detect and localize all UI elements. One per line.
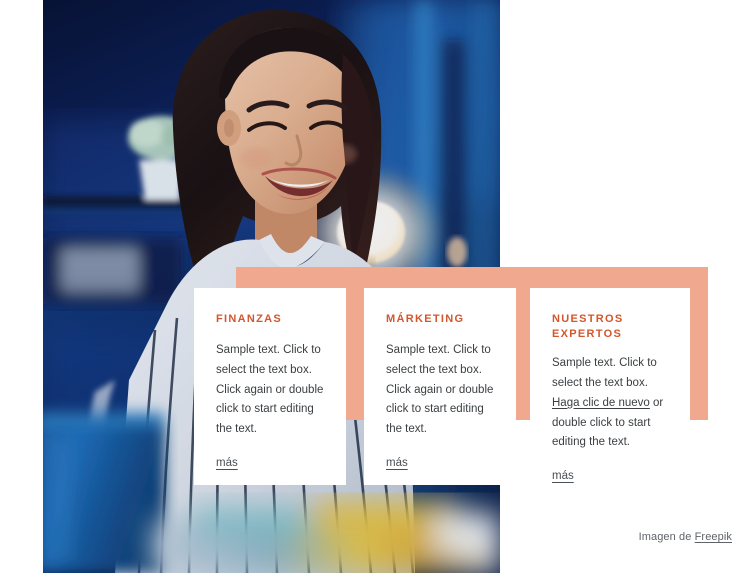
page-root: FINANZAS Sample text. Click to select th… [0, 0, 750, 573]
card-body-finanzas: Sample text. Click to select the text bo… [216, 344, 324, 436]
feature-card-nuestros-expertos: NUESTROS EXPERTOS Sample text. Click to … [530, 288, 690, 483]
more-link-nuestros-expertos[interactable]: más [552, 467, 574, 485]
card-title-nuestros-expertos: NUESTROS EXPERTOS [552, 313, 624, 341]
card-title-marketing: MÁRKETING [386, 313, 465, 325]
feature-card-finanzas: FINANZAS Sample text. Click to select th… [194, 288, 346, 485]
feature-card-marketing: MÁRKETING Sample text. Click to select t… [364, 288, 516, 485]
inline-link-haga-clic-de-nuevo[interactable]: Haga clic de nuevo [552, 397, 650, 409]
image-attribution: Imagen de Freepik [639, 531, 732, 543]
attribution-prefix: Imagen de [638, 531, 695, 543]
card-body-nuestros-expertos: Sample text. Click to select the text bo… [552, 354, 668, 453]
more-link-finanzas[interactable]: más [216, 454, 238, 472]
card-body-text-before: Sample text. Click to select the text bo… [552, 357, 657, 390]
card-title-finanzas: FINANZAS [216, 313, 283, 325]
more-link-marketing[interactable]: más [386, 454, 408, 472]
card-body-marketing: Sample text. Click to select the text bo… [386, 344, 494, 436]
attribution-link-freepik[interactable]: Freepik [695, 531, 732, 543]
